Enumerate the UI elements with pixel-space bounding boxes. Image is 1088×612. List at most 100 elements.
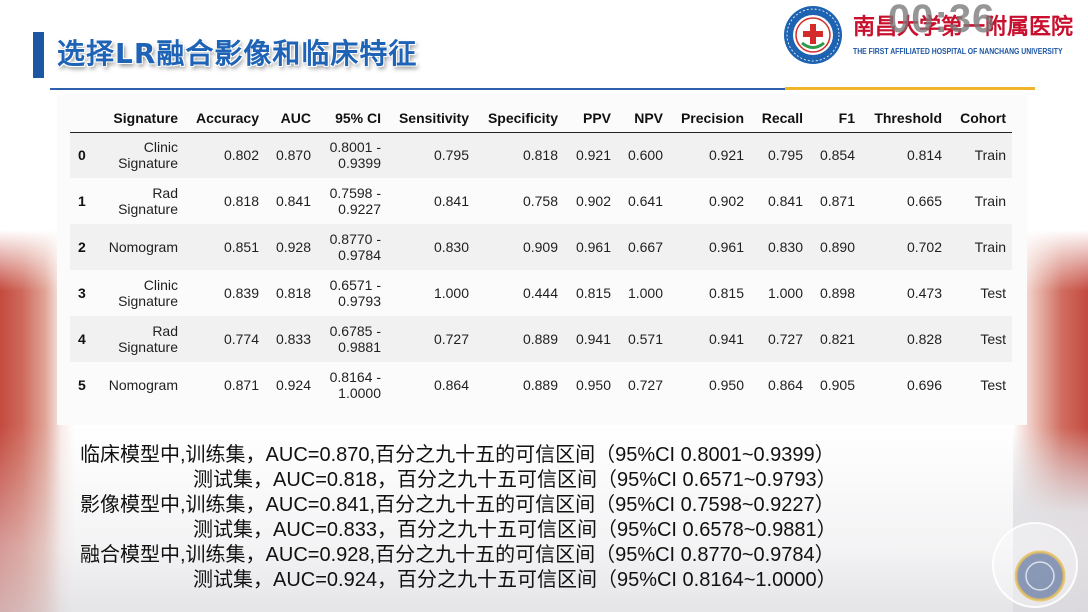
cell-cohort: Test	[980, 285, 1006, 301]
hospital-name-english: THE FIRST AFFILIATED HOSPITAL OF NANCHAN…	[853, 47, 1063, 56]
hospital-emblem-icon	[784, 6, 842, 64]
metrics-table: Signature Accuracy AUC 95% CI Sensitivity Spe…	[70, 104, 1012, 408]
cell-specificity: 0.818	[522, 147, 558, 164]
table-row: 5 Nomogram 0.871 0.924 0.8164 - 1.0000 0.864 0…	[70, 362, 1012, 408]
cell-specificity: 0.889	[522, 377, 558, 393]
presentation-slide: 选择LR融合影像和临床特征 南昌大学第一附属医院 THE FIRST AFFIL…	[0, 0, 1088, 612]
row-index: 5	[78, 377, 86, 393]
note-fusion-train: 融合模型中,训练集，AUC=0.928,百分之九十五的可信区间（95%CI 0.…	[80, 544, 835, 566]
slide-title: 选择LR融合影像和临床特征	[57, 37, 418, 70]
cell-threshold: 0.828	[906, 331, 942, 347]
column-header-f1: F1	[809, 104, 861, 133]
video-timer: 00:36	[888, 0, 996, 41]
header-rule-gold	[785, 87, 1035, 90]
cell-recall: 0.727	[767, 331, 803, 347]
title-accent-bar	[33, 32, 44, 78]
note-radiomics-test: 测试集，AUC=0.833，百分之九十五可信区间（95%CI 0.6578~0.…	[193, 519, 837, 541]
cell-precision: 0.921	[708, 147, 744, 164]
cell-signature: Clinic Signature	[118, 139, 178, 172]
cell-threshold: 0.702	[906, 239, 942, 255]
cell-specificity: 0.889	[522, 331, 558, 347]
cell-cohort: Train	[974, 147, 1006, 164]
cell-ci-95: 0.8770 - 0.9784	[329, 231, 381, 263]
cell-f1: 0.905	[819, 377, 855, 393]
cell-auc: 0.924	[275, 377, 311, 393]
row-index: 2	[78, 239, 86, 255]
column-header-ci-95: 95% CI	[317, 104, 387, 133]
cell-precision: 0.902	[708, 193, 744, 209]
cell-sensitivity: 0.795	[433, 147, 469, 164]
row-index: 4	[78, 331, 86, 347]
cell-accuracy: 0.818	[223, 193, 259, 209]
cell-ppv: 0.961	[575, 239, 611, 255]
column-header-cohort: Cohort	[948, 104, 1012, 133]
cell-npv: 1.000	[627, 285, 663, 301]
cell-ppv: 0.902	[575, 193, 611, 209]
column-header-accuracy: Accuracy	[184, 104, 265, 133]
cell-recall: 0.795	[767, 147, 803, 164]
cell-precision: 0.961	[708, 239, 744, 255]
column-header-specificity: Specificity	[475, 104, 564, 133]
cell-f1: 0.898	[819, 285, 855, 301]
cell-auc: 0.870	[275, 147, 311, 164]
column-header-threshold: Threshold	[861, 104, 948, 133]
cell-sensitivity: 0.864	[433, 377, 469, 393]
cell-precision: 0.950	[708, 377, 744, 393]
cell-specificity: 0.758	[522, 193, 558, 209]
table-body: 0 Clinic Signature 0.802 0.870 0.8001 - 0.93…	[70, 132, 1012, 408]
cell-ppv: 0.815	[575, 285, 611, 301]
cell-accuracy: 0.802	[223, 147, 259, 164]
cell-accuracy: 0.774	[223, 331, 259, 347]
cell-recall: 0.864	[767, 377, 803, 393]
cell-sensitivity: 1.000	[433, 285, 469, 301]
table-row: 3 Clinic Signature 0.839 0.818 0.6571 - 0.97…	[70, 270, 1012, 316]
header-rule-blue	[50, 88, 785, 90]
cell-ci-95: 0.7598 - 0.9227	[329, 185, 381, 217]
cell-f1: 0.821	[819, 331, 855, 347]
column-header-ppv: PPV	[564, 104, 617, 133]
cell-threshold: 0.696	[906, 377, 942, 393]
cell-npv: 0.571	[627, 331, 663, 347]
table-header-row: Signature Accuracy AUC 95% CI Sensitivity Spe…	[70, 104, 1012, 133]
cell-ci-95: 0.6571 - 0.9793	[329, 277, 381, 309]
auc-summary: 临床模型中,训练集，AUC=0.870,百分之九十五的可信区间（95%CI 0.…	[80, 443, 1080, 593]
cell-accuracy: 0.871	[223, 377, 259, 393]
column-header-recall: Recall	[750, 104, 809, 133]
cell-ci-95: 0.8001 - 0.9399	[329, 139, 381, 172]
cell-specificity: 0.909	[522, 239, 558, 255]
index-header	[70, 104, 100, 133]
cell-f1: 0.871	[819, 193, 855, 209]
cell-npv: 0.600	[627, 147, 663, 164]
cell-f1: 0.854	[819, 147, 855, 164]
row-index: 0	[78, 147, 86, 164]
cell-signature: Rad Signature	[118, 185, 178, 217]
cell-cohort: Train	[974, 239, 1006, 255]
cell-npv: 0.641	[627, 193, 663, 209]
cell-cohort: Test	[980, 377, 1006, 393]
column-header-precision: Precision	[669, 104, 750, 133]
cell-ppv: 0.941	[575, 331, 611, 347]
cell-signature: Nomogram	[108, 377, 178, 393]
cell-cohort: Test	[980, 331, 1006, 347]
note-clinic-test: 测试集，AUC=0.818，百分之九十五可信区间（95%CI 0.6571~0.…	[193, 469, 837, 491]
row-index: 3	[78, 285, 86, 301]
column-header-npv: NPV	[617, 104, 669, 133]
cell-ci-95: 0.8164 - 1.0000	[329, 369, 381, 401]
note-fusion-test: 测试集，AUC=0.924，百分之九十五可信区间（95%CI 0.8164~1.…	[193, 569, 837, 591]
table-row: 2 Nomogram 0.851 0.928 0.8770 - 0.9784 0.830 0…	[70, 224, 1012, 270]
cell-signature: Rad Signature	[118, 323, 178, 355]
cell-accuracy: 0.839	[223, 285, 259, 301]
cell-auc: 0.928	[275, 239, 311, 255]
cell-accuracy: 0.851	[223, 239, 259, 255]
table-head: Signature Accuracy AUC 95% CI Sensitivity Spe…	[70, 104, 1012, 133]
cell-f1: 0.890	[819, 239, 855, 255]
cell-npv: 0.667	[627, 239, 663, 255]
cell-recall: 0.830	[767, 239, 803, 255]
cell-signature: Nomogram	[108, 239, 178, 255]
cell-threshold: 0.814	[906, 147, 942, 164]
cell-ci-95: 0.6785 - 0.9881	[329, 323, 381, 355]
cell-ppv: 0.950	[575, 377, 611, 393]
column-header-signature: Signature	[100, 104, 184, 133]
column-header-sensitivity: Sensitivity	[387, 104, 475, 133]
cell-auc: 0.833	[275, 331, 311, 347]
